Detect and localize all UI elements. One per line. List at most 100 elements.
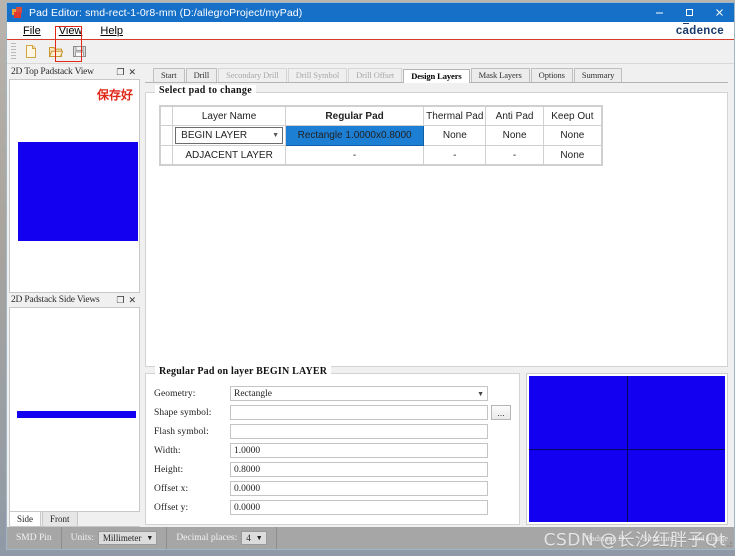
cell-layer-name[interactable]: BEGIN LAYER ▼: [172, 125, 287, 146]
close-icon[interactable]: [704, 3, 734, 22]
offset-x-input[interactable]: 0.0000: [230, 481, 488, 496]
toolbar: [7, 26, 734, 64]
field-row-shape-symbol: Shape symbol: ...: [154, 404, 511, 421]
status-filler: [277, 527, 295, 549]
tab-mask-layers[interactable]: Mask Layers: [470, 68, 530, 82]
status-units: Units: Millimeter ▼: [62, 527, 168, 549]
top-panel-actions: ❐ ✕: [116, 67, 140, 77]
decimal-places-select[interactable]: 4 ▼: [241, 531, 267, 545]
app-icon: [12, 6, 24, 19]
table-row[interactable]: BEGIN LAYER ▼ Rectangle 1.0000x0.8000 No…: [159, 125, 603, 146]
units-value: Millimeter: [102, 533, 142, 543]
table-row[interactable]: ADJACENT LAYER - - - None: [159, 145, 603, 165]
row-handle[interactable]: [159, 145, 174, 165]
side-padstack-canvas[interactable]: [9, 307, 140, 512]
panel-close-icon[interactable]: ✕: [128, 67, 136, 77]
shape-symbol-input[interactable]: [230, 405, 488, 420]
tab-options[interactable]: Options: [530, 68, 573, 82]
open-file-icon[interactable]: [44, 42, 66, 62]
layer-name-combo[interactable]: BEGIN LAYER ▼: [175, 127, 284, 144]
save-file-icon[interactable]: [68, 42, 90, 62]
status-info-left: Padstack D: [586, 533, 625, 543]
select-pad-group-title: Select pad to change: [155, 85, 256, 96]
decimal-places-value: 4: [246, 533, 251, 543]
main-content: Start Drill Secondary Drill Drill Symbol…: [140, 64, 734, 527]
offset-y-input[interactable]: 0.0000: [230, 500, 488, 515]
col-anti-pad[interactable]: Anti Pad: [485, 106, 544, 126]
flash-symbol-input[interactable]: [230, 424, 488, 439]
col-regular-pad[interactable]: Regular Pad: [285, 106, 425, 126]
cell-anti-pad[interactable]: None: [485, 125, 544, 146]
float-icon[interactable]: ❐: [116, 295, 124, 305]
top-padstack-view-title: 2D Top Padstack View: [11, 67, 94, 77]
height-input[interactable]: 0.8000: [230, 462, 488, 477]
side-panel-actions: ❐ ✕: [116, 295, 140, 305]
side-padstack-views-panel: 2D Padstack Side Views ❐ ✕ Side Front: [9, 293, 140, 527]
cell-anti-pad[interactable]: -: [485, 145, 544, 165]
geometry-select[interactable]: Rectangle ▼: [230, 386, 488, 401]
col-thermal-pad[interactable]: Thermal Pad: [423, 106, 487, 126]
window-resize-grip[interactable]: [724, 539, 733, 548]
cadence-logo: cadence: [675, 25, 724, 37]
view-tab-side[interactable]: Side: [9, 511, 42, 526]
field-row-height: Height: 0.8000: [154, 461, 511, 478]
units-label: Units:: [70, 533, 94, 543]
cell-keep-out[interactable]: None: [542, 125, 603, 146]
menu-item-view[interactable]: View: [50, 22, 92, 40]
side-view-pad-shape: [17, 411, 136, 418]
tab-start[interactable]: Start: [153, 68, 185, 82]
top-padstack-canvas[interactable]: 保存好: [9, 79, 140, 293]
top-view-pad-shape: [18, 142, 138, 241]
geometry-label: Geometry:: [154, 388, 196, 399]
menu-help-label: Help: [100, 25, 124, 37]
col-keep-out[interactable]: Keep Out: [542, 106, 603, 126]
regular-pad-group: Regular Pad on layer BEGIN LAYER Geometr…: [145, 366, 520, 525]
chevron-down-icon: ▼: [255, 534, 263, 542]
menu-item-help[interactable]: Help: [91, 22, 132, 40]
tab-secondary-drill: Secondary Drill: [218, 68, 287, 82]
field-row-flash-symbol: Flash symbol:: [154, 423, 511, 440]
cell-regular-pad[interactable]: -: [285, 145, 425, 165]
screenshot-root: Pad Editor: smd-rect-1-0r8-mm (D:/allegr…: [0, 0, 735, 556]
crosshair-horizontal: [529, 449, 725, 450]
float-icon[interactable]: ❐: [116, 67, 124, 77]
maximize-icon[interactable]: [674, 3, 704, 22]
toolbar-grip[interactable]: [11, 42, 16, 61]
pad-preview-shape: [529, 376, 725, 522]
field-row-geometry: Geometry: Rectangle ▼: [154, 385, 511, 402]
side-view-tabstrip: Side Front: [9, 511, 140, 527]
status-pin-type: SMD Pin: [7, 527, 62, 549]
tab-drill[interactable]: Drill: [185, 68, 218, 82]
view-tab-front[interactable]: Front: [42, 511, 78, 526]
minimize-icon[interactable]: [644, 3, 674, 22]
units-select[interactable]: Millimeter ▼: [97, 531, 158, 545]
menu-item-file[interactable]: File: [14, 22, 50, 40]
cell-thermal-pad[interactable]: -: [423, 145, 487, 165]
pad-preview-panel[interactable]: [526, 373, 728, 525]
menu-file-label: File: [23, 25, 41, 37]
select-pad-group: Select pad to change Layer Name Regular …: [145, 85, 728, 367]
lower-section: Regular Pad on layer BEGIN LAYER Geometr…: [145, 366, 728, 525]
tab-drill-offset: Drill Offset: [348, 68, 403, 82]
pad-table: Layer Name Regular Pad Thermal Pad Anti …: [159, 106, 603, 165]
panel-close-icon[interactable]: ✕: [128, 295, 136, 305]
width-input[interactable]: 1.0000: [230, 443, 488, 458]
top-padstack-view-header: 2D Top Padstack View ❐ ✕: [9, 65, 140, 79]
status-info-mid: Structure: [642, 533, 674, 543]
col-layer-name[interactable]: Layer Name: [172, 106, 287, 126]
cell-keep-out[interactable]: None: [542, 145, 603, 165]
annotation-text: 保存好: [96, 88, 133, 102]
cell-thermal-pad[interactable]: None: [423, 125, 487, 146]
new-file-icon[interactable]: [20, 42, 42, 62]
geometry-value: Rectangle: [234, 388, 272, 399]
tab-design-layers[interactable]: Design Layers: [403, 69, 470, 83]
cell-layer-name[interactable]: ADJACENT LAYER: [172, 145, 287, 165]
shape-symbol-browse-button[interactable]: ...: [491, 405, 511, 420]
window-controls: [644, 3, 734, 22]
table-header-row: Layer Name Regular Pad Thermal Pad Anti …: [159, 106, 603, 126]
row-handle[interactable]: [159, 125, 174, 146]
cell-regular-pad[interactable]: Rectangle 1.0000x0.8000: [285, 125, 425, 146]
tab-drill-symbol: Drill Symbol: [287, 68, 348, 82]
tab-summary[interactable]: Summary: [573, 68, 623, 82]
window-title: Pad Editor: smd-rect-1-0r8-mm (D:/allegr…: [29, 6, 303, 19]
